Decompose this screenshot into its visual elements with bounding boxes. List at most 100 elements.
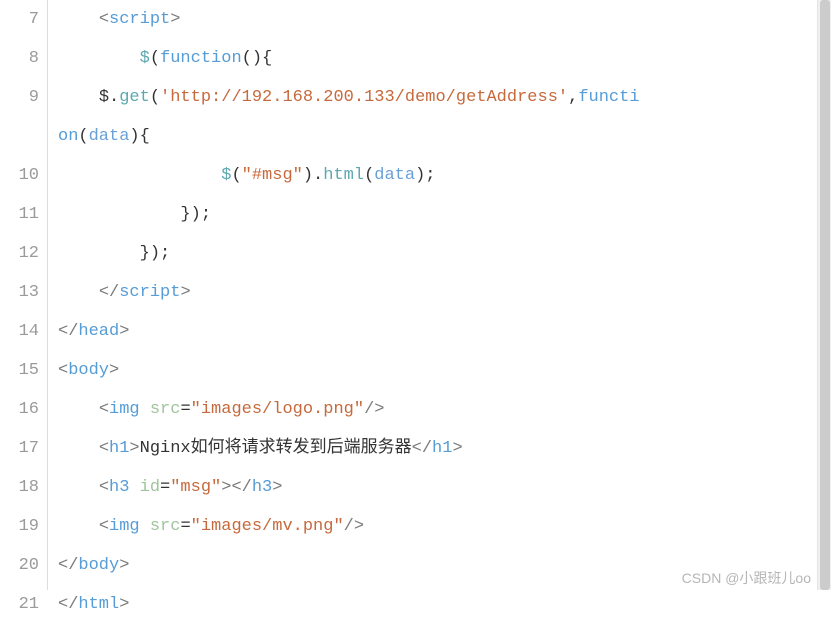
- token-punc: <: [58, 361, 68, 380]
- line-number: 14: [0, 312, 39, 351]
- code-line[interactable]: });: [58, 234, 831, 273]
- token-str: "images/mv.png": [191, 517, 344, 536]
- token-txt: =: [180, 400, 190, 419]
- line-number: 16: [0, 390, 39, 429]
- line-number: 10: [0, 156, 39, 195]
- token-tag: head: [78, 322, 119, 341]
- token-br: (: [150, 49, 160, 68]
- code-line[interactable]: </head>: [58, 312, 831, 351]
- token-tag: img: [109, 517, 140, 536]
- token-fn: $: [140, 49, 150, 68]
- token-punc: >: [119, 595, 129, 614]
- token-txt: =: [160, 478, 170, 497]
- token-punc: >: [119, 322, 129, 341]
- line-number: 17: [0, 429, 39, 468]
- token-punc: >: [452, 439, 462, 458]
- token-txt: $.: [99, 88, 119, 107]
- scrollbar-thumb[interactable]: [820, 0, 830, 590]
- token-tag: script: [109, 10, 170, 29]
- line-number: 13: [0, 273, 39, 312]
- token-punc: >: [180, 283, 190, 302]
- line-number: 9: [0, 78, 39, 117]
- token-kw: functi: [578, 88, 639, 107]
- token-br: (){: [242, 49, 273, 68]
- token-txt: ,: [568, 88, 578, 107]
- token-txt: [140, 517, 150, 536]
- line-number: 12: [0, 234, 39, 273]
- token-attr: id: [140, 478, 160, 497]
- token-punc: />: [344, 517, 364, 536]
- code-area[interactable]: <script> $(function(){ $.get('http://192…: [48, 0, 831, 590]
- vertical-scrollbar[interactable]: [817, 0, 831, 590]
- token-str: "images/logo.png": [191, 400, 364, 419]
- token-fn: $: [221, 166, 231, 185]
- token-tag: h1: [432, 439, 452, 458]
- token-punc: <: [99, 517, 109, 536]
- token-punc: </: [99, 283, 119, 302]
- token-var: data: [374, 166, 415, 185]
- token-br: });: [140, 244, 171, 263]
- line-number: 20: [0, 546, 39, 585]
- code-line[interactable]: <script>: [58, 0, 831, 39]
- token-punc: </: [58, 556, 78, 575]
- token-br: ).: [303, 166, 323, 185]
- token-tag: script: [119, 283, 180, 302]
- token-punc: </: [58, 595, 78, 614]
- token-br: (: [364, 166, 374, 185]
- code-line[interactable]: </body>: [58, 546, 831, 585]
- line-number: 8: [0, 39, 39, 78]
- token-br: (: [78, 127, 88, 146]
- code-line[interactable]: <img src="images/logo.png"/>: [58, 390, 831, 429]
- token-txt: [129, 478, 139, 497]
- code-line[interactable]: <img src="images/mv.png"/>: [58, 507, 831, 546]
- token-tag: body: [78, 556, 119, 575]
- token-punc: >: [119, 556, 129, 575]
- token-punc: />: [364, 400, 384, 419]
- line-number: 11: [0, 195, 39, 234]
- code-line[interactable]: $.get('http://192.168.200.133/demo/getAd…: [58, 78, 831, 117]
- token-attr: src: [150, 400, 181, 419]
- token-punc: ></: [221, 478, 252, 497]
- code-line[interactable]: </html>: [58, 585, 831, 624]
- line-number: 18: [0, 468, 39, 507]
- token-tag: html: [78, 595, 119, 614]
- code-line[interactable]: <h3 id="msg"></h3>: [58, 468, 831, 507]
- token-txt: Nginx如何将请求转发到后端服务器: [140, 439, 412, 458]
- token-punc: >: [109, 361, 119, 380]
- code-line[interactable]: <h1>Nginx如何将请求转发到后端服务器</h1>: [58, 429, 831, 468]
- code-line[interactable]: });: [58, 195, 831, 234]
- token-kw: function: [160, 49, 242, 68]
- token-punc: <: [99, 478, 109, 497]
- token-tag: h3: [109, 478, 129, 497]
- token-txt: [140, 400, 150, 419]
- token-punc: >: [170, 10, 180, 29]
- code-line[interactable]: </script>: [58, 273, 831, 312]
- token-punc: <: [99, 10, 109, 29]
- token-tag: h1: [109, 439, 129, 458]
- token-str: "msg": [170, 478, 221, 497]
- token-br: );: [415, 166, 435, 185]
- token-br: });: [180, 205, 211, 224]
- token-punc: <: [99, 400, 109, 419]
- line-number-continuation: [0, 117, 39, 156]
- token-tag: h3: [252, 478, 272, 497]
- code-line[interactable]: <body>: [58, 351, 831, 390]
- token-var: data: [89, 127, 130, 146]
- token-br: ){: [129, 127, 149, 146]
- token-attr: src: [150, 517, 181, 536]
- code-line[interactable]: $("#msg").html(data);: [58, 156, 831, 195]
- code-line[interactable]: $(function(){: [58, 39, 831, 78]
- code-line-continuation[interactable]: on(data){: [58, 117, 831, 156]
- line-number: 21: [0, 585, 39, 624]
- token-str: "#msg": [242, 166, 303, 185]
- token-punc: >: [129, 439, 139, 458]
- token-fn: html: [323, 166, 364, 185]
- token-txt: =: [180, 517, 190, 536]
- token-kw: on: [58, 127, 78, 146]
- code-editor: 789101112131415161718192021 <script> $(f…: [0, 0, 831, 590]
- token-fn: get: [119, 88, 150, 107]
- line-number: 7: [0, 0, 39, 39]
- token-br: (: [150, 88, 160, 107]
- line-number-gutter: 789101112131415161718192021: [0, 0, 48, 590]
- token-punc: >: [272, 478, 282, 497]
